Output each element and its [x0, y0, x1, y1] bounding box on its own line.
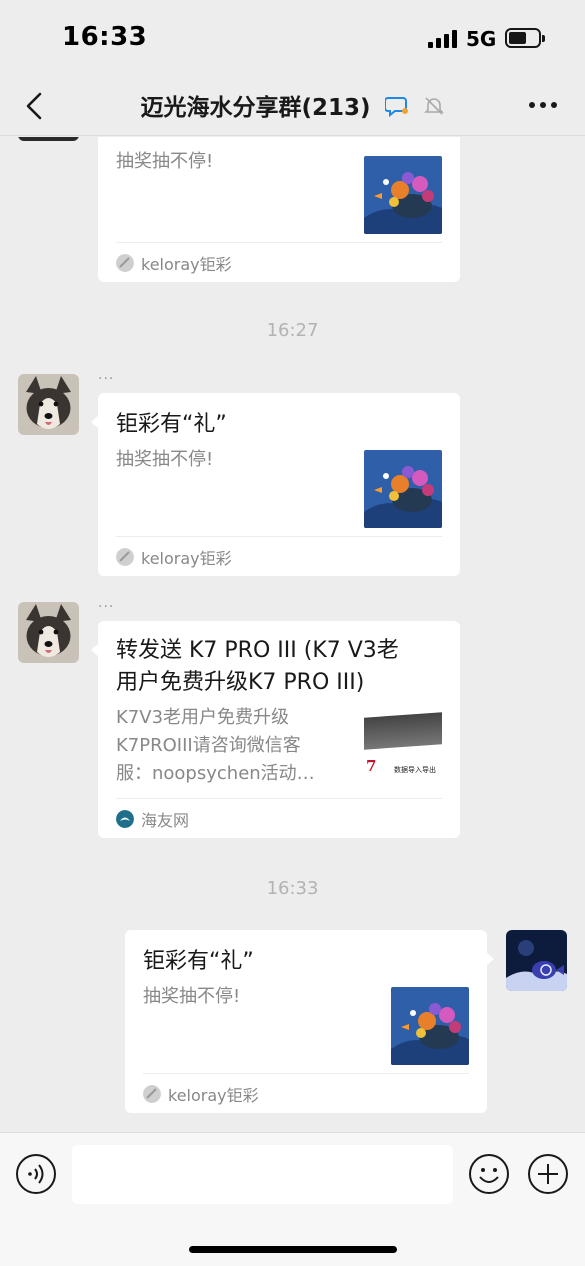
network-label: 5G: [466, 27, 497, 51]
card-title: 钜彩有“礼”: [143, 949, 254, 974]
message-input[interactable]: [72, 1145, 453, 1204]
reef-thumbnail: [391, 987, 469, 1065]
shared-link-card[interactable]: 钜彩有“礼” 抽奖抽不停! keloray钜彩: [98, 137, 460, 282]
thumb-caption: 数据导入导出: [394, 766, 436, 774]
reef-thumbnail: [364, 450, 442, 528]
card-title: 钜彩有“礼”: [116, 137, 227, 145]
card-source: keloray钜彩: [116, 536, 442, 576]
card-description: 抽奖抽不停!: [143, 986, 241, 1007]
shared-article-card[interactable]: 转发送 K7 PRO III (K7 V3老 用户免费升级K7 PRO III)…: [91, 621, 460, 838]
card-description: 抽奖抽不停!: [116, 449, 214, 470]
avatar[interactable]: [18, 602, 79, 663]
card-source: keloray钜彩: [116, 242, 442, 282]
message-list[interactable]: 钜彩有“礼” 抽奖抽不停! keloray钜彩 16:27: [0, 137, 585, 1132]
signal-icon: [428, 30, 458, 48]
status-bar: 16:33 5G: [0, 0, 585, 76]
message-timestamp: 16:27: [266, 320, 319, 341]
shared-link-card[interactable]: 钜彩有“礼” 抽奖抽不停! keloray钜彩: [91, 393, 460, 576]
thumb-brand: 7: [366, 757, 377, 775]
avatar[interactable]: [18, 137, 79, 141]
card-title-line: 用户免费升级K7 PRO III): [116, 670, 365, 695]
sender-name: ...: [98, 367, 115, 383]
status-time: 16:33: [62, 22, 148, 52]
card-description-line: 服：noopsychen活动…: [116, 763, 315, 784]
source-logo-icon: [116, 547, 134, 566]
voice-icon[interactable]: [15, 1153, 57, 1195]
emoji-icon[interactable]: [468, 1153, 510, 1195]
card-description: 抽奖抽不停!: [116, 151, 214, 172]
card-source: 海友网: [116, 798, 442, 838]
shared-link-card[interactable]: 钜彩有“礼” 抽奖抽不停! keloray钜彩: [125, 930, 494, 1113]
source-logo-icon: [116, 809, 134, 828]
card-title: 钜彩有“礼”: [116, 412, 227, 437]
card-source-label: 海友网: [141, 810, 190, 830]
card-source: keloray钜彩: [143, 1073, 469, 1113]
more-dots-icon[interactable]: [525, 90, 561, 120]
article-thumbnail: 7 数据导入导出: [364, 711, 442, 789]
my-avatar[interactable]: [506, 930, 567, 991]
card-source-label: keloray钜彩: [168, 1085, 259, 1105]
reef-thumbnail: [364, 156, 442, 234]
battery-icon: [505, 28, 545, 48]
chat-title-area[interactable]: 迈光海水分享群(213): [0, 88, 585, 122]
sender-name: ...: [98, 595, 115, 611]
card-description-line: K7PROIII请咨询微信客: [116, 735, 301, 756]
card-title-line: 转发送 K7 PRO III (K7 V3老: [116, 638, 399, 663]
card-source-label: keloray钜彩: [141, 254, 232, 274]
card-description-line: K7V3老用户免费升级: [116, 707, 290, 728]
muted-bell-icon: [423, 96, 444, 115]
message-timestamp: 16:33: [266, 878, 319, 899]
chat-title: 迈光海水分享群(213): [140, 95, 371, 121]
chat-header: 迈光海水分享群(213): [0, 76, 585, 136]
group-chat-icon: [383, 96, 408, 117]
card-source-label: keloray钜彩: [141, 548, 232, 568]
source-logo-icon: [143, 1084, 161, 1103]
avatar[interactable]: [18, 374, 79, 435]
plus-icon[interactable]: [527, 1153, 569, 1195]
source-logo-icon: [116, 253, 134, 272]
home-indicator: [189, 1246, 397, 1253]
